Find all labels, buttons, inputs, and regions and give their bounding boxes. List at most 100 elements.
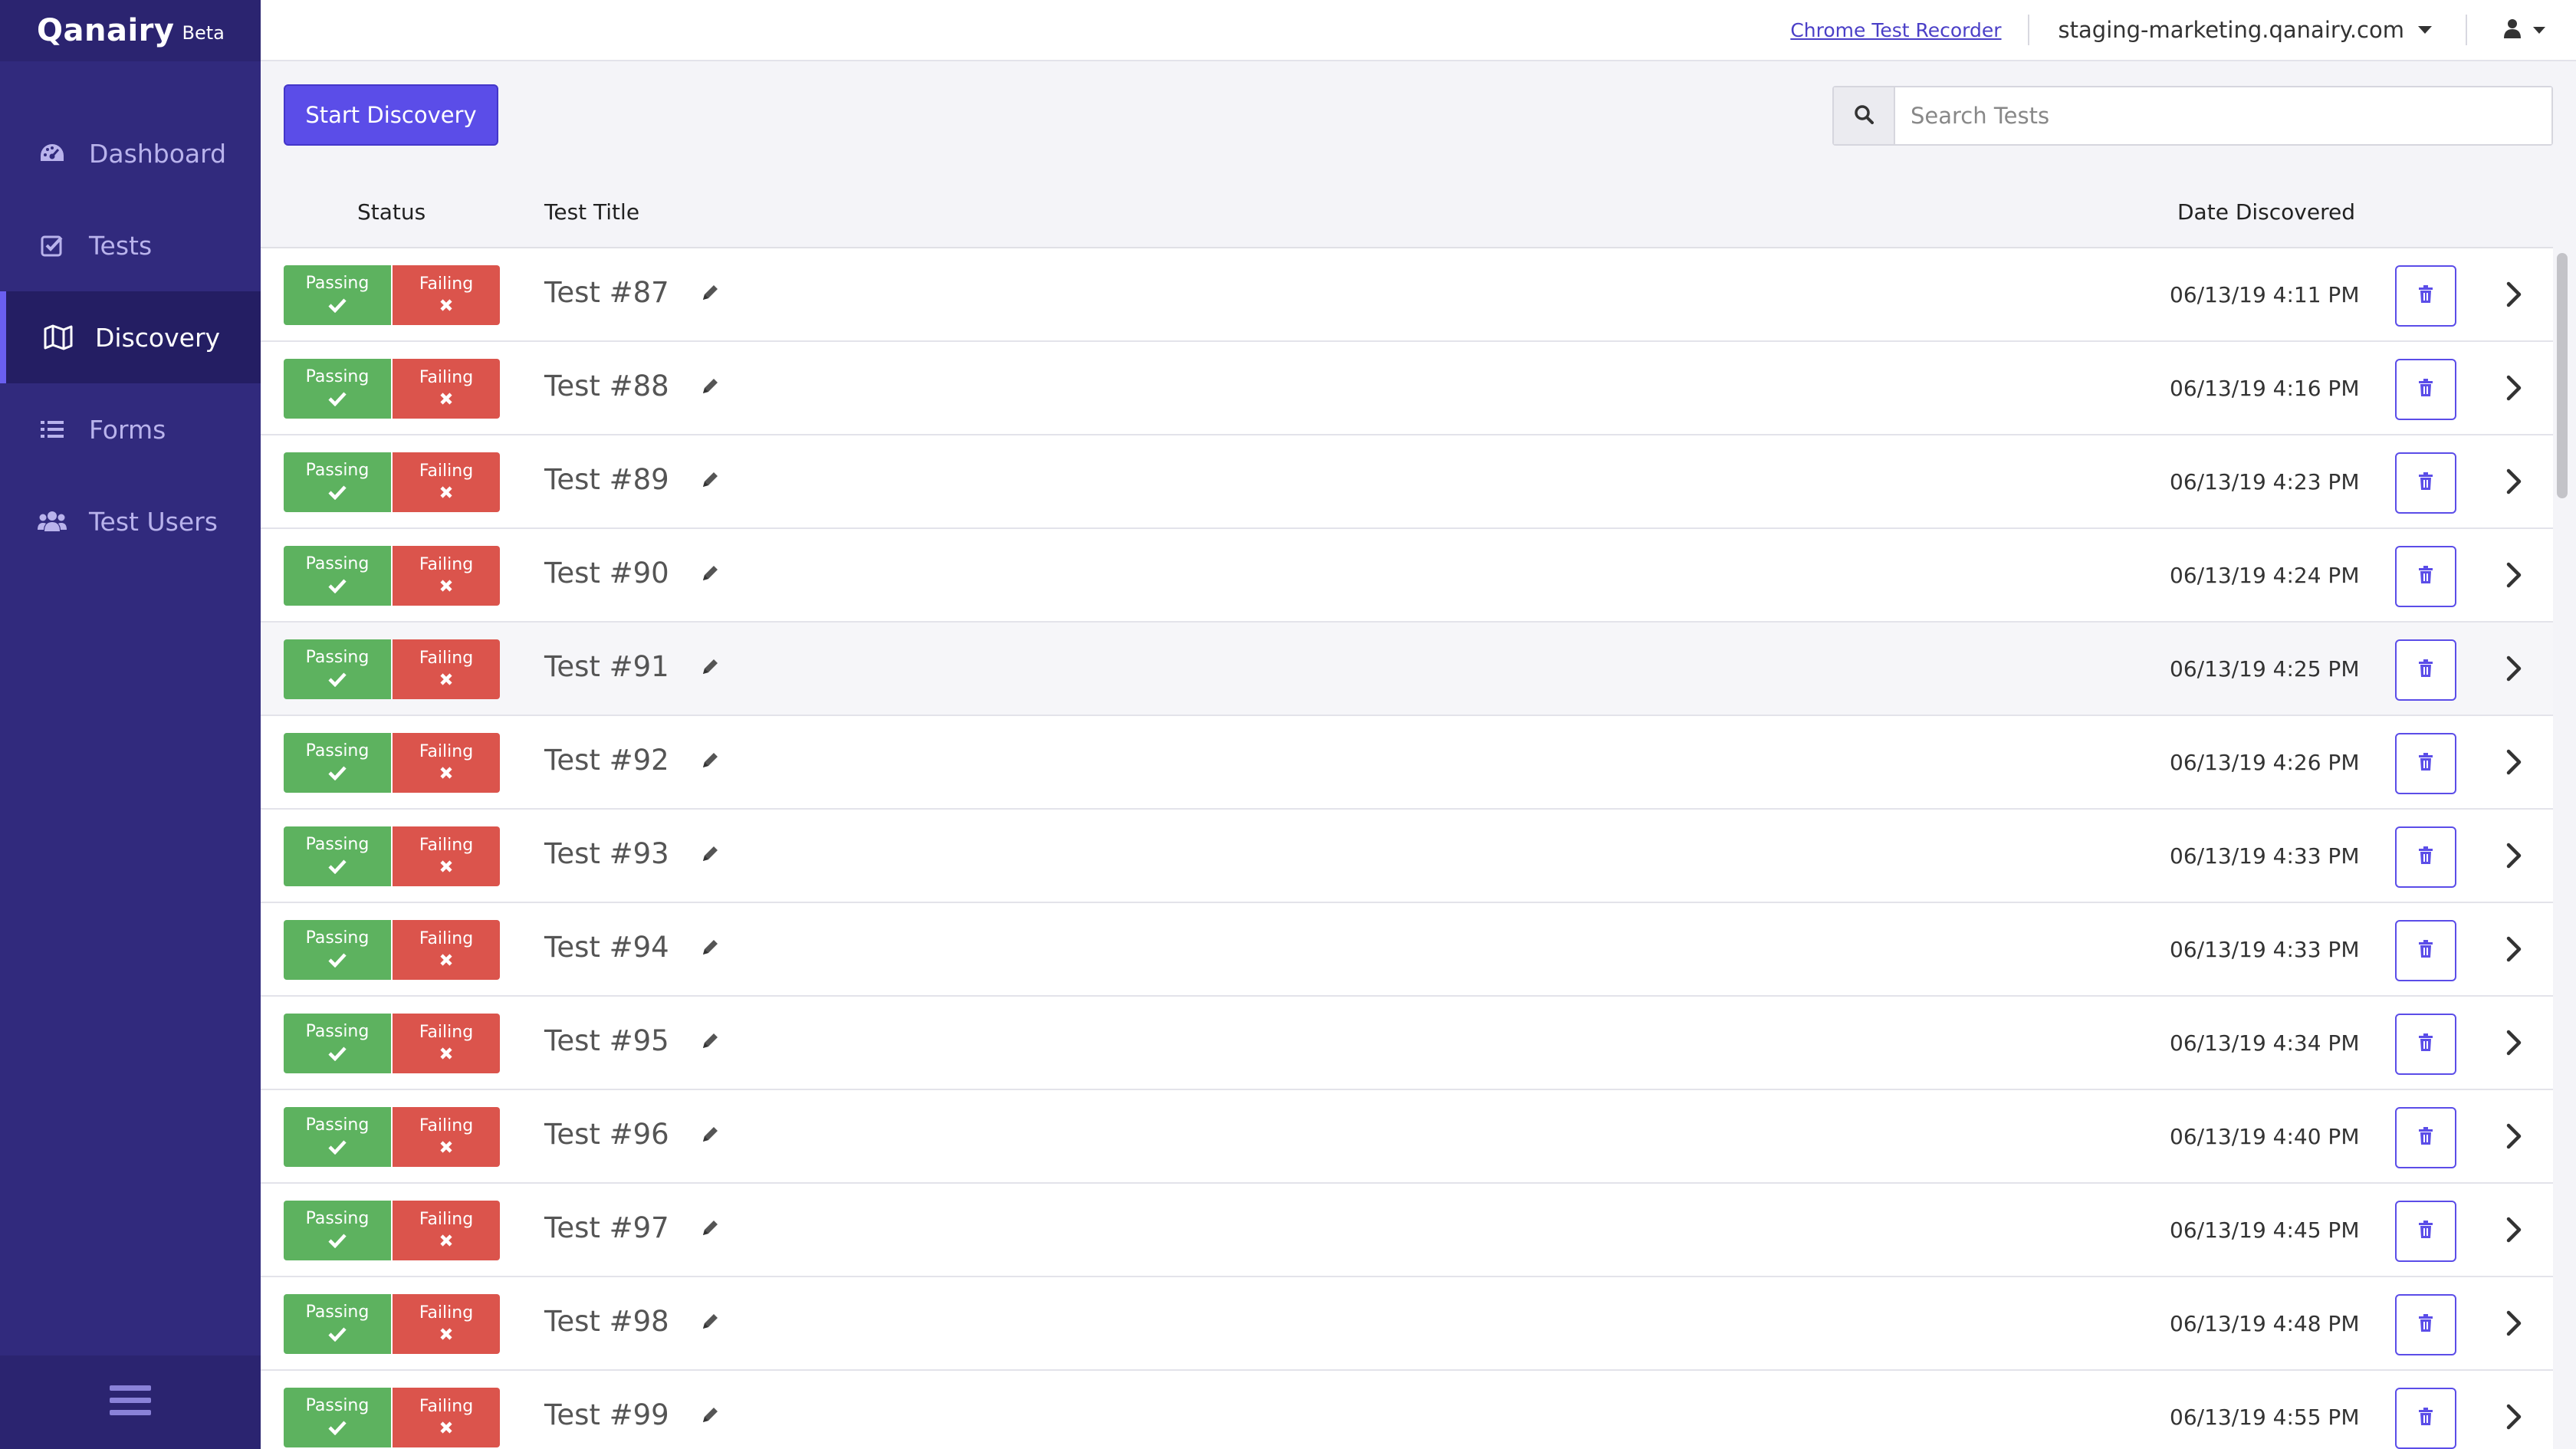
passing-button[interactable]: Passing [284,1201,391,1260]
failing-button[interactable]: Failing [393,920,500,980]
pencil-icon[interactable] [700,376,720,396]
table-row[interactable]: Passing Failing Test #99 06/13/19 4:55 P… [261,1371,2553,1449]
failing-button[interactable]: Failing [393,1388,500,1447]
logo[interactable]: Qanairy Beta [0,0,261,61]
failing-button[interactable]: Failing [393,452,500,512]
test-title: Test #92 [544,744,720,777]
chevron-right-icon[interactable] [2505,561,2522,592]
delete-button[interactable] [2395,452,2456,514]
passing-button[interactable]: Passing [284,1014,391,1073]
passing-button[interactable]: Passing [284,1388,391,1447]
table-row[interactable]: Passing Failing Test #98 06/13/19 4:48 P… [261,1277,2553,1371]
passing-button[interactable]: Passing [284,452,391,512]
pencil-icon[interactable] [700,938,720,958]
search-box [1832,86,2553,146]
table-row[interactable]: Passing Failing Test #89 06/13/19 4:23 P… [261,435,2553,529]
delete-button[interactable] [2395,1014,2456,1075]
passing-button[interactable]: Passing [284,1294,391,1354]
failing-button[interactable]: Failing [393,1201,500,1260]
failing-button[interactable]: Failing [393,826,500,886]
delete-button[interactable] [2395,1107,2456,1168]
pencil-icon[interactable] [700,1218,720,1238]
trash-icon [2418,1314,2433,1336]
sidebar-item-forms[interactable]: Forms [0,383,261,475]
passing-button[interactable]: Passing [284,265,391,325]
scrollbar[interactable] [2557,253,2568,498]
pencil-icon[interactable] [700,1125,720,1145]
delete-button[interactable] [2395,1294,2456,1355]
chevron-right-icon[interactable] [2505,1309,2522,1340]
search-button[interactable] [1834,87,1895,144]
passing-label: Passing [305,1208,370,1228]
chevron-right-icon[interactable] [2505,1029,2522,1060]
pencil-icon[interactable] [700,1312,720,1332]
pencil-icon[interactable] [700,751,720,770]
pencil-icon[interactable] [700,1031,720,1051]
sidebar-toggle[interactable] [0,1355,261,1449]
pencil-icon[interactable] [700,657,720,677]
chevron-right-icon[interactable] [2505,935,2522,966]
chevron-right-icon[interactable] [2505,1122,2522,1153]
chrome-test-recorder-link[interactable]: Chrome Test Recorder [1790,19,2001,41]
pencil-icon[interactable] [700,564,720,583]
table-row[interactable]: Passing Failing Test #88 06/13/19 4:16 P… [261,342,2553,435]
test-title-text: Test #98 [544,1305,669,1338]
test-title: Test #95 [544,1024,720,1057]
passing-button[interactable]: Passing [284,546,391,606]
sidebar-item-dashboard[interactable]: Dashboard [0,107,261,199]
chevron-right-icon[interactable] [2505,468,2522,498]
chevron-right-icon[interactable] [2505,748,2522,779]
sidebar-item-tests[interactable]: Tests [0,199,261,291]
failing-button[interactable]: Failing [393,359,500,419]
failing-button[interactable]: Failing [393,639,500,699]
start-discovery-button[interactable]: Start Discovery [284,84,498,146]
passing-button[interactable]: Passing [284,826,391,886]
passing-button[interactable]: Passing [284,1107,391,1167]
delete-button[interactable] [2395,826,2456,888]
pencil-icon[interactable] [700,844,720,864]
table-row[interactable]: Passing Failing Test #90 06/13/19 4:24 P… [261,529,2553,623]
delete-button[interactable] [2395,639,2456,701]
table-row[interactable]: Passing Failing Test #92 06/13/19 4:26 P… [261,716,2553,810]
passing-button[interactable]: Passing [284,920,391,980]
table-row[interactable]: Passing Failing Test #91 06/13/19 4:25 P… [261,623,2553,716]
failing-button[interactable]: Failing [393,1014,500,1073]
delete-button[interactable] [2395,1388,2456,1449]
test-title: Test #93 [544,837,720,870]
passing-button[interactable]: Passing [284,639,391,699]
failing-button[interactable]: Failing [393,733,500,793]
table-row[interactable]: Passing Failing Test #96 06/13/19 4:40 P… [261,1090,2553,1184]
passing-button[interactable]: Passing [284,733,391,793]
failing-button[interactable]: Failing [393,546,500,606]
failing-button[interactable]: Failing [393,1294,500,1354]
pencil-icon[interactable] [700,1405,720,1425]
table-row[interactable]: Passing Failing Test #87 06/13/19 4:11 P… [261,248,2553,342]
pencil-icon[interactable] [700,283,720,303]
site-dropdown[interactable]: staging-marketing.qanairy.com [2058,17,2432,43]
table-row[interactable]: Passing Failing Test #93 06/13/19 4:33 P… [261,810,2553,903]
chevron-right-icon[interactable] [2505,1403,2522,1434]
delete-button[interactable] [2395,265,2456,327]
sidebar-item-discovery[interactable]: Discovery [0,291,261,383]
chevron-right-icon[interactable] [2505,655,2522,685]
user-menu[interactable] [2504,18,2545,41]
table-row[interactable]: Passing Failing Test #95 06/13/19 4:34 P… [261,997,2553,1090]
chevron-right-icon[interactable] [2505,374,2522,405]
chevron-right-icon[interactable] [2505,281,2522,311]
chevron-right-icon[interactable] [2505,1216,2522,1247]
table-row[interactable]: Passing Failing Test #94 06/13/19 4:33 P… [261,903,2553,997]
delete-button[interactable] [2395,359,2456,420]
table-row[interactable]: Passing Failing Test #97 06/13/19 4:45 P… [261,1184,2553,1277]
passing-button[interactable]: Passing [284,359,391,419]
delete-button[interactable] [2395,733,2456,794]
failing-button[interactable]: Failing [393,1107,500,1167]
chevron-right-icon[interactable] [2505,842,2522,872]
pencil-icon[interactable] [700,470,720,490]
search-input[interactable] [1895,87,2551,144]
delete-button[interactable] [2395,1201,2456,1262]
delete-button[interactable] [2395,920,2456,981]
test-title: Test #97 [544,1211,720,1244]
sidebar-item-test-users[interactable]: Test Users [0,475,261,567]
delete-button[interactable] [2395,546,2456,607]
failing-button[interactable]: Failing [393,265,500,325]
